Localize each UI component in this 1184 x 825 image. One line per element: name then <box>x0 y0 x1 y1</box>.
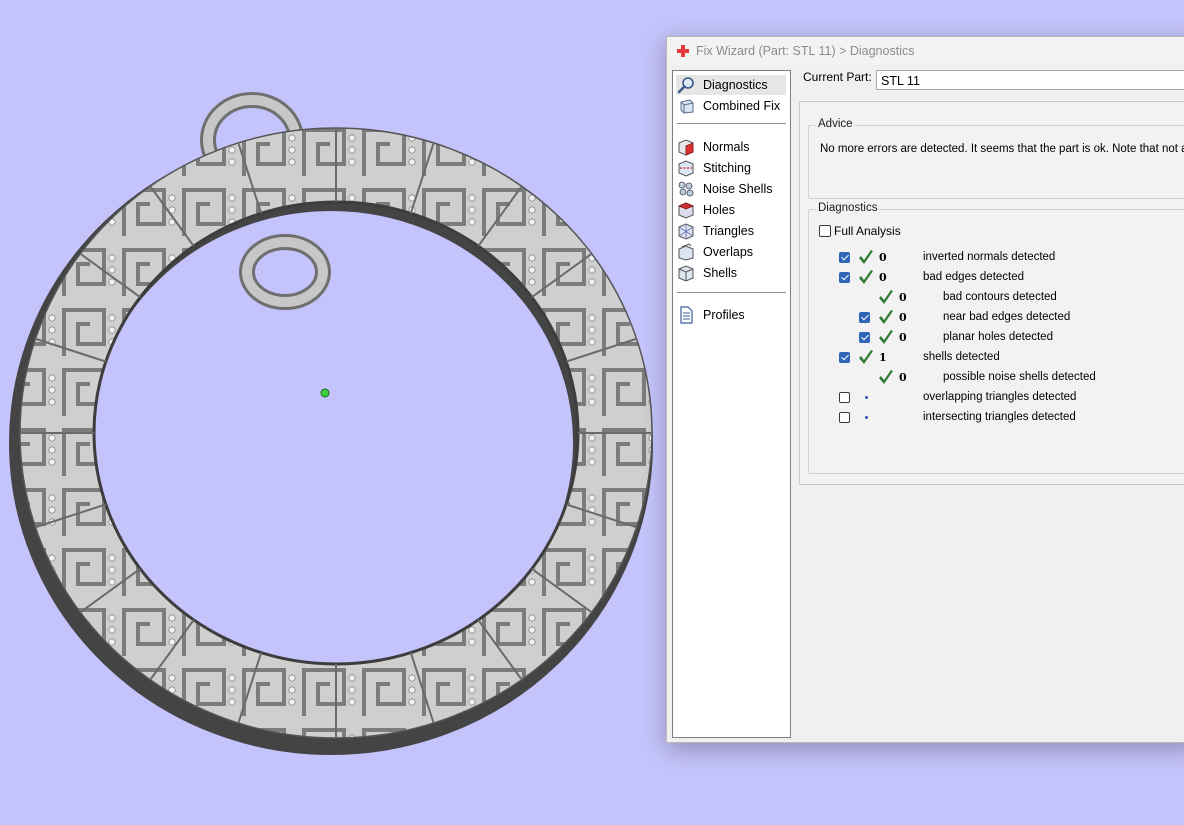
diagnostic-checkbox[interactable] <box>839 412 850 423</box>
advice-group: Advice No more errors are detected. It s… <box>808 118 1184 199</box>
diagnostic-checkbox[interactable] <box>859 312 870 323</box>
ring-face <box>20 128 652 738</box>
green-check-icon <box>879 330 893 344</box>
combined-fix-icon <box>680 99 694 114</box>
diagnostics-group: Diagnostics Full Analysis 0 inverted norm… <box>808 202 1184 474</box>
pending-dot-icon <box>865 396 868 399</box>
diagnostic-checkbox[interactable] <box>839 352 850 363</box>
nav-separator <box>677 123 786 124</box>
diagnostic-label: possible noise shells detected <box>943 371 1096 383</box>
holes-icon <box>677 202 695 219</box>
diagnostic-label: intersecting triangles detected <box>923 411 1076 423</box>
origin-marker <box>320 388 330 398</box>
diagnostic-checkbox[interactable] <box>839 392 850 403</box>
green-check-icon <box>879 290 893 304</box>
triangles-icon <box>678 223 694 240</box>
noise-shells-icon <box>678 181 694 197</box>
diagnostic-row: 0 near bad edges detected <box>809 308 1184 328</box>
diagnostic-row: 0 possible noise shells detected <box>809 368 1184 388</box>
diagnostic-row: 0 bad contours detected <box>809 288 1184 308</box>
nav-item-profiles[interactable]: Profiles <box>676 305 786 325</box>
nav-separator <box>677 292 786 293</box>
full-analysis-checkbox[interactable]: Full Analysis <box>819 224 901 238</box>
normals-icon <box>678 139 694 156</box>
diagnostic-row: intersecting triangles detected <box>809 408 1184 428</box>
diagnostic-row: 0 planar holes detected <box>809 328 1184 348</box>
diagnostic-row: overlapping triangles detected <box>809 388 1184 408</box>
diagnostic-row: 0 inverted normals detected <box>809 248 1184 268</box>
diagnostic-label: near bad edges detected <box>943 311 1071 323</box>
diagnostic-label: overlapping triangles detected <box>923 391 1077 403</box>
full-analysis-label: Full Analysis <box>834 224 901 238</box>
window-title: Fix Wizard (Part: STL 11) > Diagnostics <box>696 44 915 58</box>
diagnostic-label: shells detected <box>923 351 1000 363</box>
current-part-field[interactable]: STL 11 <box>876 70 1184 90</box>
nav-item-shells[interactable]: Shells <box>676 263 786 283</box>
nav-item-holes[interactable]: Holes <box>676 200 786 220</box>
full-analysis-checkbox-box[interactable] <box>819 225 831 237</box>
diagnostic-label: inverted normals detected <box>923 251 1056 263</box>
pendant-model[interactable] <box>0 0 660 822</box>
diagnostic-label: bad edges detected <box>923 271 1025 283</box>
diagnostic-count: 0 <box>899 291 907 304</box>
stitching-icon <box>678 160 694 177</box>
green-check-icon <box>859 350 873 364</box>
diagnostics-title: Diagnostics <box>816 202 880 214</box>
profiles-document-icon <box>680 306 693 324</box>
nav-item-combined-fix[interactable]: Combined Fix <box>676 96 786 116</box>
3d-viewport[interactable] <box>0 0 660 822</box>
nav-item-stitching[interactable]: Stitching <box>676 158 786 178</box>
diagnostic-count: 1 <box>879 351 887 364</box>
current-part-label: Current Part: <box>803 70 872 84</box>
diagnostic-count: 0 <box>899 331 907 344</box>
fix-wizard-window: Fix Wizard (Part: STL 11) > Diagnostics … <box>666 36 1184 743</box>
overlaps-icon <box>678 243 694 261</box>
diagnostics-magnifier-icon <box>677 77 694 94</box>
diagnostics-pane: Advice No more errors are detected. It s… <box>799 101 1184 485</box>
advice-text: No more errors are detected. It seems th… <box>820 143 1184 155</box>
diagnostic-row: 1 shells detected <box>809 348 1184 368</box>
diagnostic-label: bad contours detected <box>943 291 1057 303</box>
diagnostic-label: planar holes detected <box>943 331 1053 343</box>
diagnostic-checkbox[interactable] <box>839 272 850 283</box>
shells-icon <box>678 265 694 282</box>
nav-item-diagnostics[interactable]: Diagnostics <box>676 75 786 95</box>
green-check-icon <box>879 370 893 384</box>
bail-lower-loop <box>239 234 331 310</box>
nav-item-overlaps[interactable]: Overlaps <box>676 242 786 262</box>
diagnostic-count: 0 <box>899 311 907 324</box>
diagnostic-checkbox[interactable] <box>859 332 870 343</box>
green-check-icon <box>859 270 873 284</box>
wizard-nav-panel: Diagnostics Combined Fix Normals Stitchi… <box>672 70 791 738</box>
app-cross-icon <box>677 45 689 57</box>
pending-dot-icon <box>865 416 868 419</box>
diagnostic-count: 0 <box>879 251 887 264</box>
diagnostic-count: 0 <box>899 371 907 384</box>
diagnostic-checkbox[interactable] <box>839 252 850 263</box>
advice-title: Advice <box>816 118 855 130</box>
diagnostic-count: 0 <box>879 271 887 284</box>
nav-item-noise-shells[interactable]: Noise Shells <box>676 179 786 199</box>
green-check-icon <box>859 250 873 264</box>
diagnostic-row: 0 bad edges detected <box>809 268 1184 288</box>
green-check-icon <box>879 310 893 324</box>
nav-item-triangles[interactable]: Triangles <box>676 221 786 241</box>
nav-item-normals[interactable]: Normals <box>676 137 786 157</box>
title-bar[interactable]: Fix Wizard (Part: STL 11) > Diagnostics <box>667 37 1184 65</box>
